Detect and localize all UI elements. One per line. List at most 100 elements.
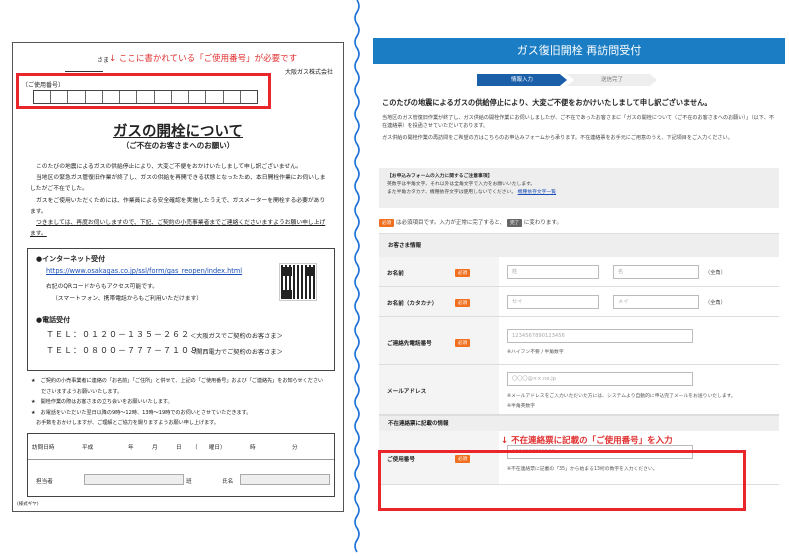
char-list-link[interactable]: 機種依存文字一覧 bbox=[518, 190, 556, 195]
phone-hint: ※ハイフン不要 / 半角数字 bbox=[507, 350, 564, 355]
first-name-input[interactable]: 名 bbox=[613, 265, 699, 279]
progress-steps: 情報入力 送信完了 bbox=[477, 74, 657, 86]
notice-title: ガスの開栓について bbox=[112, 124, 244, 140]
last-name-kana-input[interactable]: セイ bbox=[507, 295, 599, 309]
lead-text: このたびの地震によるガスの供給停止により、大変ご不便をおかけいたしまして申し訳ご… bbox=[382, 98, 712, 107]
wavy-divider bbox=[354, 0, 360, 553]
note-line: ★ ご契約の小売事業者に連絡の「お名前」「ご住所」と併せて、上記の「ご使用番号」… bbox=[31, 378, 324, 384]
staff-field bbox=[84, 474, 184, 485]
year-label: 年 bbox=[128, 445, 134, 451]
required-badge: 必須 bbox=[379, 218, 395, 227]
body-paragraph: つきましては、再度お伺いしますので、下記、ご契約の小売事業者までご連絡くださいま… bbox=[30, 220, 326, 238]
tel-kepco: ＴＥＬ：０８００－７７７－７１０９ bbox=[46, 346, 199, 355]
row-label: ご連絡先電話番号 必須 bbox=[379, 317, 499, 364]
notice-line: また半角カタカナ、機種依存文字は使用しないでください。 機種依存文字一覧 bbox=[387, 189, 771, 197]
email-label: メールアドレス bbox=[387, 389, 427, 395]
row-email: メールアドレス 〇〇〇@××.ne.jp ※メールアドレスをご入力いただいた方に… bbox=[379, 365, 779, 415]
company-name: 大阪ガス株式会社 bbox=[284, 69, 333, 76]
step-complete: 送信完了 bbox=[567, 74, 657, 86]
web-callout: ↓ 不在連絡票に記載の「ご使用番号」を入力 bbox=[501, 436, 673, 446]
email-hint: ※メールアドレスをご入力いただいた方には、システムより自動的に申込完了メールをお… bbox=[507, 394, 736, 399]
visit-time-label: 訪問日時 bbox=[32, 445, 55, 451]
row-label: メールアドレス bbox=[379, 365, 499, 414]
email-input[interactable]: 〇〇〇@××.ne.jp bbox=[507, 372, 693, 386]
era-label: 平成 bbox=[82, 445, 94, 451]
web-form-page: ガス復旧開栓 再訪問受付 情報入力 送信完了 このたびの地震によるガスの供給停止… bbox=[373, 38, 785, 513]
done-badge: 完了 bbox=[506, 218, 523, 227]
input-notice-box: 【お申込みフォームの入力に関するご注意事項】 英数字は半角文字、それ以外は全角文… bbox=[379, 168, 779, 208]
usage-number-label: 〔ご使用番号〕 bbox=[22, 82, 65, 89]
note-line: お手数をおかけしますが、ご理解とご協力を賜りますようお願い申し上げます。 bbox=[31, 420, 219, 426]
row-phone: ご連絡先電話番号 必須 12345678901234​56 ※ハイフン不要 / … bbox=[379, 317, 779, 365]
step-input: 情報入力 bbox=[477, 74, 567, 86]
staff-name-field bbox=[240, 474, 330, 485]
staff-label: 担当者 bbox=[36, 479, 53, 485]
contact-box: ●インターネット受付 https://www.osakagas.co.jp/ss… bbox=[27, 248, 335, 371]
visit-time-row: 訪問日時 平成 年 月 日 （ 曜日） 時 分 bbox=[28, 434, 334, 460]
form-table: お客さま情報 お名前 必須 姓 名 （全角） お名前（カタカナ） 必須 セイ メ… bbox=[379, 233, 779, 485]
intro-paragraph: ガス供給の開栓作業の再訪問をご希望の方はこちらのお申込みフォームから承ります。不… bbox=[382, 134, 733, 141]
name-line bbox=[65, 63, 103, 72]
paper-callout: ↓ ここに書かれている「ご使用番号」が必要です bbox=[109, 54, 298, 64]
body-paragraph: このたびの地震によるガスの供給停止により、大変ご不便をおかけいたしまして申し訳ご… bbox=[36, 164, 302, 170]
first-name-kana-input[interactable]: メイ bbox=[613, 295, 699, 309]
last-name-input[interactable]: 姓 bbox=[507, 265, 599, 279]
tel-osaka-gas-note: ＜大阪ガスでご契約のお客さま＞ bbox=[190, 333, 283, 340]
staff-row: 担当者 班 氏名 bbox=[28, 460, 334, 498]
note-line: ★ お電話をいただいた翌日以降の9時～12時、13時～19時でのお伺いとさせてい… bbox=[31, 409, 252, 416]
page-header: ガス復旧開栓 再訪問受付 bbox=[373, 38, 785, 64]
usage-number-input-highlight bbox=[378, 450, 746, 511]
fullwidth-note: （全角） bbox=[705, 270, 726, 276]
tel-osaka-gas: ＴＥＬ：０１２０－１３５－２６２ bbox=[46, 330, 190, 339]
legend-text-2: に変わります。 bbox=[523, 220, 562, 226]
required-badge: 必須 bbox=[455, 339, 471, 347]
name-label: お名前 bbox=[387, 271, 404, 277]
intro-text: 当地区のガス管復旧作業が終了し、ガス供給の開栓作業にお伺いしましたが、ご不在であ… bbox=[382, 114, 777, 145]
weekday-label: （ 曜日） bbox=[192, 445, 226, 451]
internet-heading: ●インターネット受付 bbox=[36, 255, 106, 263]
qr-code-icon bbox=[279, 263, 317, 301]
team-label: 班 bbox=[186, 479, 192, 485]
visit-record-form: 訪問日時 平成 年 月 日 （ 曜日） 時 分 担当者 班 氏名 bbox=[27, 433, 335, 497]
qr-note: 右記のQRコードからもアクセス可能です。 bbox=[46, 284, 159, 290]
notice-body: このたびの地震によるガスの供給停止により、大変ご不便をおかけいたしまして申し訳ご… bbox=[30, 162, 330, 240]
staff-name-label: 氏名 bbox=[222, 479, 234, 485]
qr-note-2: （スマートフォン、携帯電話からもご利用いただけます） bbox=[52, 296, 203, 302]
section-notice-info: 不在連絡票に記載の情報 bbox=[379, 415, 779, 431]
phone-heading: ●電話受付 bbox=[36, 316, 71, 324]
phone-label: ご連絡先電話番号 bbox=[387, 341, 432, 347]
row-label: お名前（カタカナ） 必須 bbox=[379, 287, 499, 316]
notice-line-text: また半角カタカナ、機種依存文字は使用しないでください。 bbox=[387, 189, 517, 195]
reopen-url-link[interactable]: https://www.osakagas.co.jp/ssl/form/gas_… bbox=[46, 267, 242, 275]
kana-label: お名前（カタカナ） bbox=[387, 301, 438, 307]
notice-title: 【お申込みフォームの入力に関するご注意事項】 bbox=[387, 174, 493, 179]
note-line: ださいますようお願いいたします。 bbox=[31, 388, 123, 395]
day-label: 日 bbox=[176, 445, 182, 451]
note-line: ★ 開栓作業の際はお客さまの立ち会いをお願いいたします。 bbox=[31, 399, 173, 405]
row-label: お名前 必須 bbox=[379, 257, 499, 286]
hour-label: 時 bbox=[250, 445, 256, 451]
body-paragraph: ガスをご使用いただくためには、作業員による安全確認を実施したうえで、ガスメーター… bbox=[30, 197, 326, 215]
fullwidth-note: （全角） bbox=[705, 300, 726, 306]
legend-text: は必須項目です。入力が正常に完了すると、 bbox=[395, 220, 506, 226]
section-customer: お客さま情報 bbox=[379, 233, 779, 257]
required-legend: 必須 は必須項目です。入力が正常に完了すると、 完了 に変わります。 bbox=[379, 218, 562, 227]
notice-notes: ★ ご契約の小売事業者に連絡の「お名前」「ご住所」と併せて、上記の「ご使用番号」… bbox=[31, 376, 331, 429]
row-name: お名前 必須 姓 名 （全角） bbox=[379, 257, 779, 287]
notice-subtitle: （ご不在のお客さまへのお願い） bbox=[121, 141, 235, 150]
row-kana: お名前（カタカナ） 必須 セイ メイ （全角） bbox=[379, 287, 779, 317]
sama-label: さま bbox=[97, 57, 110, 64]
body-paragraph: 当地区の緊急ガス管復旧作業が終了し、ガスの供給を再開できる状態となったため、本日… bbox=[30, 175, 326, 193]
usage-number-boxes bbox=[33, 90, 258, 104]
email-hint-2: ※半角英数字 bbox=[507, 404, 536, 409]
minute-label: 分 bbox=[292, 445, 298, 451]
month-label: 月 bbox=[152, 445, 158, 451]
tel-kepco-note: ＜関西電力でご契約のお客さま＞ bbox=[190, 349, 283, 356]
phone-input[interactable]: 12345678901234​56 bbox=[507, 329, 693, 343]
intro-paragraph: 当地区のガス管復旧作業が終了し、ガス供給の開栓作業にお伺いしましたが、ご不在であ… bbox=[382, 115, 774, 130]
paper-notice: さま ↓ ここに書かれている「ご使用番号」が必要です 大阪ガス株式会社 〔ご使用… bbox=[12, 42, 344, 512]
required-badge: 必須 bbox=[455, 269, 471, 277]
required-badge: 必須 bbox=[455, 299, 471, 307]
notice-line: 英数字は半角文字、それ以外は全角文字で入力をお願いいたします。 bbox=[387, 181, 536, 187]
form-code: (様式ギヤ) bbox=[17, 502, 39, 507]
